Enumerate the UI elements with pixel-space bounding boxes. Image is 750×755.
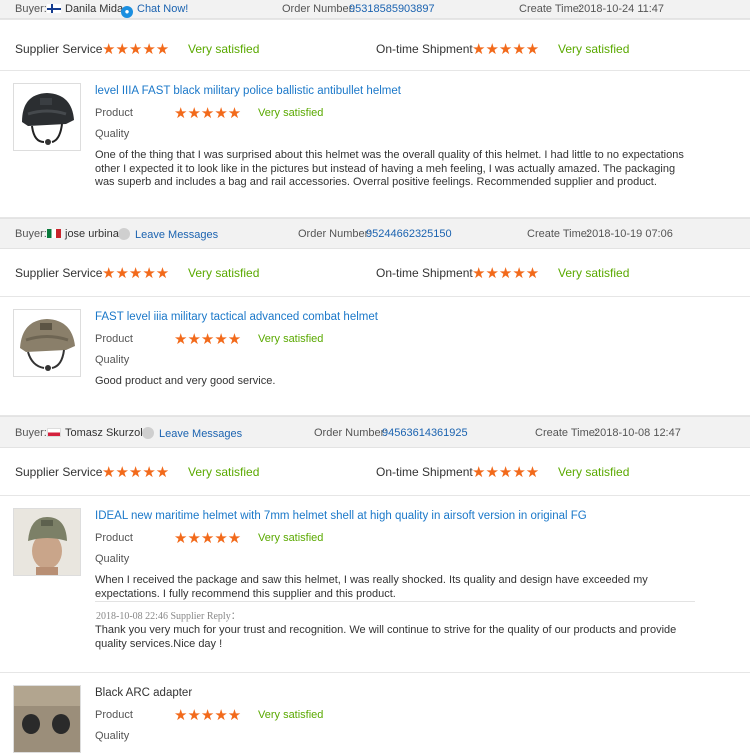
ontime-shipment-rating: Very satisfied xyxy=(558,42,630,56)
reply-divider xyxy=(95,601,695,602)
buyer-bar: Buyer: Danila Mida ● Chat Now! Order Numb… xyxy=(0,0,750,19)
buyer-bar: Buyer: Tomasz Skurzok Leave Messages Ord… xyxy=(0,416,750,448)
seller-rating-row: Supplier Service ★★★★★ Very satisfied On… xyxy=(0,448,750,496)
ontime-shipment-stars: ★★★★★ xyxy=(472,464,540,481)
product-review: FAST level iiia military tactical advanc… xyxy=(0,297,750,416)
supplier-service-label: Supplier Service xyxy=(15,465,103,479)
product-rating: Very satisfied xyxy=(258,333,324,345)
leave-messages-link[interactable]: Leave Messages xyxy=(142,427,242,440)
message-icon xyxy=(118,228,130,240)
quality-label: Quality xyxy=(95,553,130,565)
buyer-bar: Buyer: jose urbina Leave Messages Order … xyxy=(0,218,750,249)
review-4: Black ARC adapter Product ★★★★★ Very sat… xyxy=(0,673,750,753)
product-title-link[interactable]: FAST level iiia military tactical advanc… xyxy=(95,311,378,323)
product-rating: Very satisfied xyxy=(258,107,324,119)
black-helmet-image xyxy=(22,93,74,145)
message-icon xyxy=(142,427,154,439)
product-thumbnail[interactable] xyxy=(13,685,81,753)
ontime-shipment-label: On-time Shipment xyxy=(376,42,473,56)
create-time-value: 2018-10-08 12:47 xyxy=(594,427,681,439)
product-stars: ★★★★★ xyxy=(174,707,242,724)
product-stars: ★★★★★ xyxy=(174,331,242,348)
review-2: Buyer: jose urbina Leave Messages Order … xyxy=(0,218,750,416)
product-title-link[interactable]: level IIIA FAST black military police ba… xyxy=(95,85,401,97)
quality-label: Quality xyxy=(95,354,130,366)
supplier-service-stars: ★★★★★ xyxy=(102,464,170,481)
supplier-service-label: Supplier Service xyxy=(15,42,103,56)
ontime-shipment-label: On-time Shipment xyxy=(376,465,473,479)
quality-label: Quality xyxy=(95,128,130,140)
order-number-label: Order Number: xyxy=(298,228,372,240)
buyer-name[interactable]: Tomasz Skurzok xyxy=(47,427,146,439)
product-label: Product xyxy=(95,532,133,544)
seller-rating-row: Supplier Service ★★★★★ Very satisfied On… xyxy=(0,249,750,297)
arc-adapter-image xyxy=(14,686,80,752)
supplier-service-stars: ★★★★★ xyxy=(102,41,170,58)
product-review: Black ARC adapter Product ★★★★★ Very sat… xyxy=(0,673,750,753)
product-label: Product xyxy=(95,709,133,721)
chat-now-link[interactable]: ● Chat Now! xyxy=(121,3,188,18)
order-number-label: Order Number: xyxy=(314,427,388,439)
product-review: level IIIA FAST black military police ba… xyxy=(0,71,750,218)
create-time-label: Create Time: xyxy=(535,427,598,439)
product-rating: Very satisfied xyxy=(258,709,324,721)
product-thumbnail[interactable] xyxy=(13,508,81,576)
quality-label: Quality xyxy=(95,730,130,742)
product-title-link[interactable]: Black ARC adapter xyxy=(95,687,192,699)
create-time-value: 2018-10-19 07:06 xyxy=(586,228,673,240)
product-title-link[interactable]: IDEAL new maritime helmet with 7mm helme… xyxy=(95,510,587,522)
supplier-service-rating: Very satisfied xyxy=(188,266,260,280)
product-label: Product xyxy=(95,333,133,345)
finland-flag-icon xyxy=(47,4,61,13)
review-3: Buyer: Tomasz Skurzok Leave Messages Ord… xyxy=(0,416,750,673)
chat-icon: ● xyxy=(121,6,133,18)
review-comment: Good product and very good service. xyxy=(95,375,276,387)
supplier-reply-meta: 2018-10-08 22:46 Supplier Reply： xyxy=(96,611,241,622)
product-stars: ★★★★★ xyxy=(174,105,242,122)
product-thumbnail[interactable] xyxy=(13,309,81,377)
mexico-flag-icon xyxy=(47,229,61,238)
buyer-label: Buyer: xyxy=(15,3,47,15)
supplier-service-label: Supplier Service xyxy=(15,266,103,280)
ontime-shipment-stars: ★★★★★ xyxy=(472,41,540,58)
product-thumbnail[interactable] xyxy=(13,83,81,151)
order-number-link[interactable]: 95244662325150 xyxy=(366,228,452,240)
product-stars: ★★★★★ xyxy=(174,530,242,547)
product-label: Product xyxy=(95,107,133,119)
product-rating: Very satisfied xyxy=(258,532,324,544)
supplier-service-rating: Very satisfied xyxy=(188,465,260,479)
product-review: IDEAL new maritime helmet with 7mm helme… xyxy=(0,496,750,673)
order-number-link[interactable]: 94563614361925 xyxy=(382,427,468,439)
order-number-link[interactable]: 95318585903897 xyxy=(349,3,435,15)
buyer-label: Buyer: xyxy=(15,228,47,240)
tan-helmet-image xyxy=(20,319,75,371)
ontime-shipment-rating: Very satisfied xyxy=(558,465,630,479)
ontime-shipment-label: On-time Shipment xyxy=(376,266,473,280)
create-time-label: Create Time: xyxy=(527,228,590,240)
ontime-shipment-rating: Very satisfied xyxy=(558,266,630,280)
buyer-label: Buyer: xyxy=(15,427,47,439)
ontime-shipment-stars: ★★★★★ xyxy=(472,265,540,282)
create-time-label: Create Time: xyxy=(519,3,582,15)
review-comment: When I received the package and saw this… xyxy=(95,574,648,600)
leave-messages-link[interactable]: Leave Messages xyxy=(118,228,218,241)
create-time-value: 2018-10-24 11:47 xyxy=(578,3,665,15)
buyer-name[interactable]: jose urbina xyxy=(47,228,119,240)
review-1: Buyer: Danila Mida ● Chat Now! Order Numb… xyxy=(0,0,750,218)
helmet-on-mannequin-image xyxy=(14,509,80,575)
buyer-name[interactable]: Danila Mida xyxy=(47,3,123,15)
order-number-label: Order Number: xyxy=(282,3,356,15)
poland-flag-icon xyxy=(47,428,61,437)
supplier-service-stars: ★★★★★ xyxy=(102,265,170,282)
supplier-service-rating: Very satisfied xyxy=(188,42,260,56)
supplier-reply-text: Thank you very much for your trust and r… xyxy=(95,624,677,650)
seller-rating-row: Supplier Service ★★★★★ Very satisfied On… xyxy=(0,19,750,71)
review-comment: One of the thing that I was surprised ab… xyxy=(95,149,684,188)
